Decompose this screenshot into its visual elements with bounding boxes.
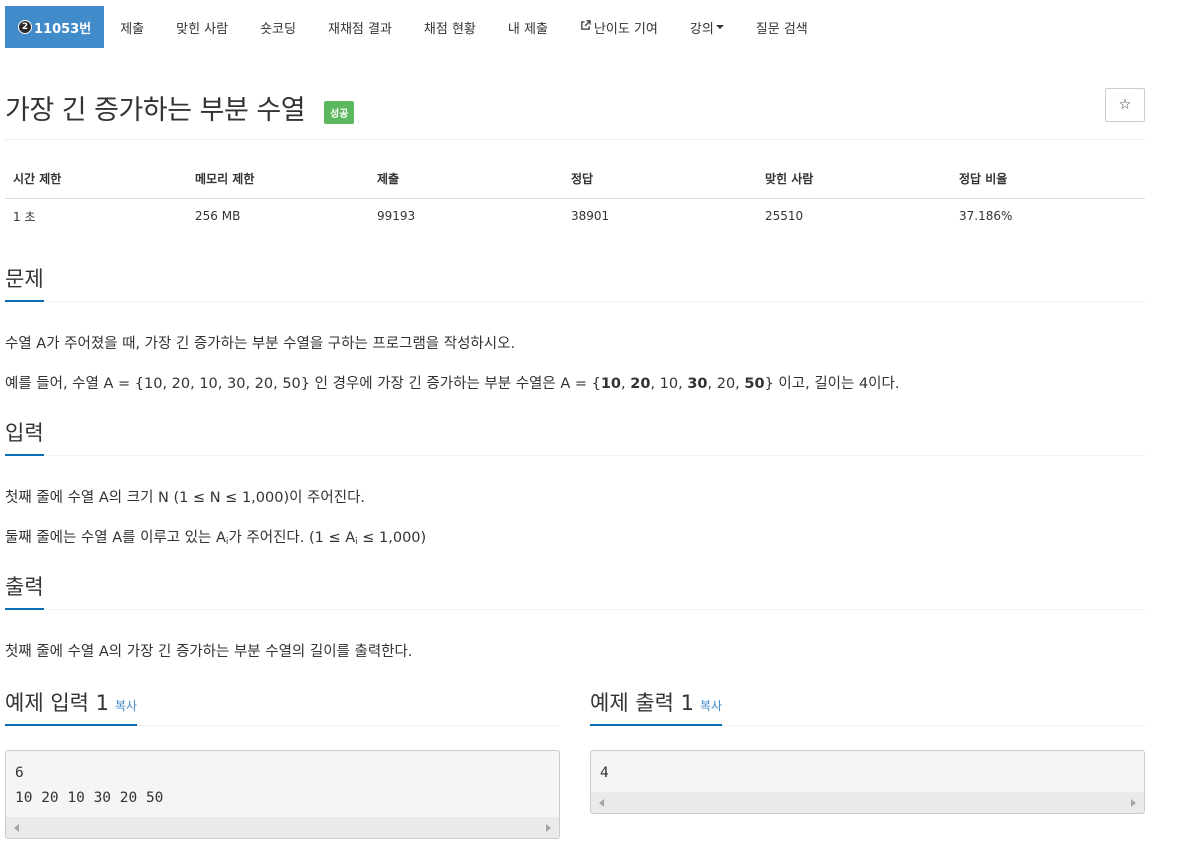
scroll-left-icon[interactable]: [14, 823, 19, 832]
favorite-button[interactable]: ☆: [1105, 88, 1145, 122]
star-icon: ☆: [1118, 97, 1132, 113]
text: 예를 들어, 수열 A = {10, 20, 10, 30, 20, 50} 인…: [5, 376, 601, 392]
status-badge: 성공: [324, 101, 355, 124]
text: , 10,: [650, 376, 688, 392]
nav-solvers[interactable]: 맞힌 사람: [160, 6, 244, 48]
tier-icon: 2: [18, 20, 32, 34]
text: 둘째 줄에는 수열 A를 이루고 있는 A: [5, 530, 226, 546]
sample-output-title: 예제 출력 1 복사: [590, 690, 723, 726]
problem-description-2: 예를 들어, 수열 A = {10, 20, 10, 30, 20, 50} 인…: [5, 372, 899, 393]
bold-value: 30: [687, 376, 708, 392]
bold-value: 50: [744, 376, 765, 392]
value-time-limit: 1 초: [13, 209, 36, 224]
lectures-label: 강의: [689, 21, 714, 37]
problem-title: 가장 긴 증가하는 부분 수열: [5, 95, 306, 126]
sample-output-header: 예제 출력 1 복사: [590, 690, 1145, 726]
problem-info-table: 시간 제한 메모리 제한 제출 정답 맞힌 사람 정답 비율 1 초 256 M…: [5, 160, 1145, 234]
nav-short-coding[interactable]: 숏코딩: [244, 6, 312, 48]
difficulty-contribution-label: 난이도 기여: [593, 21, 658, 37]
header-submissions: 제출: [369, 160, 563, 199]
info-header-row: 시간 제한 메모리 제한 제출 정답 맞힌 사람 정답 비율: [5, 160, 1145, 199]
nav-lectures-dropdown[interactable]: 강의: [674, 6, 740, 48]
copy-input-button[interactable]: 복사: [115, 699, 137, 713]
scroll-right-icon[interactable]: [1131, 798, 1136, 807]
nav-problem-number[interactable]: 2 11053번: [5, 6, 105, 48]
sample-output-box: 4: [590, 750, 1145, 814]
text: ≤ 1,000): [357, 530, 427, 546]
sample-output-scrollbar[interactable]: [591, 792, 1144, 813]
header-memory-limit: 메모리 제한: [187, 160, 369, 199]
sample-output-title-text: 예제 출력 1: [590, 691, 694, 715]
info-value-row: 1 초 256 MB 99193 38901 25510 37.186%: [5, 198, 1145, 234]
nav-my-submissions[interactable]: 내 제출: [492, 6, 564, 48]
caret-down-icon: [715, 25, 724, 29]
scroll-left-icon[interactable]: [599, 798, 604, 807]
text: 가 주어진다. (1 ≤ A: [228, 530, 356, 546]
input-description-1: 첫째 줄에 수열 A의 크기 N (1 ≤ N ≤ 1,000)이 주어진다.: [5, 490, 366, 506]
value-submissions: 99193: [377, 209, 416, 224]
scroll-right-icon[interactable]: [546, 823, 551, 832]
problem-description-1: 수열 A가 주어졌을 때, 가장 긴 증가하는 부분 수열을 구하는 프로그램을…: [5, 336, 516, 352]
sample-input-title: 예제 입력 1 복사: [5, 690, 138, 726]
header-solvers: 맞힌 사람: [757, 160, 951, 199]
output-section-title: 출력: [5, 574, 44, 610]
sample-input-content: 6 10 20 10 30 20 50: [15, 765, 164, 806]
sample-input-scrollbar[interactable]: [6, 817, 559, 838]
copy-output-button[interactable]: 복사: [700, 699, 722, 713]
header-accept-ratio: 정답 비율: [951, 160, 1145, 199]
value-memory-limit: 256 MB: [195, 209, 241, 224]
sample-input-header: 예제 입력 1 복사: [5, 690, 560, 726]
problem-section-title: 문제: [5, 266, 44, 302]
text: ,: [621, 376, 631, 392]
bold-value: 20: [630, 376, 651, 392]
nav-difficulty-contribution[interactable]: 난이도 기여: [564, 6, 674, 48]
nav-status[interactable]: 채점 현황: [408, 6, 492, 48]
problem-section-header: 문제: [5, 266, 1145, 302]
sample-output-content: 4: [600, 765, 609, 781]
problem-header: 가장 긴 증가하는 부분 수열 성공 ☆: [5, 88, 1145, 140]
nav-question-search[interactable]: 질문 검색: [740, 6, 824, 48]
input-section-header: 입력: [5, 420, 1145, 456]
external-link-icon: [580, 20, 591, 34]
value-accepted: 38901: [571, 209, 610, 224]
nav-rejudge-results[interactable]: 재채점 결과: [312, 6, 408, 48]
input-section-title: 입력: [5, 420, 44, 456]
output-section-header: 출력: [5, 574, 1145, 610]
problem-number-label: 11053번: [34, 21, 92, 37]
header-accepted: 정답: [563, 160, 757, 199]
value-solvers: 25510: [765, 209, 804, 224]
text: , 20,: [707, 376, 745, 392]
text: } 이고, 길이는 4이다.: [764, 376, 900, 392]
sample-input-title-text: 예제 입력 1: [5, 691, 109, 715]
nav-submit[interactable]: 제출: [104, 6, 160, 48]
problem-menu: 2 11053번 제출 맞힌 사람 숏코딩 재채점 결과 채점 현황 내 제출 …: [5, 6, 824, 48]
value-accept-ratio: 37.186%: [959, 209, 1013, 224]
sample-input-box: 6 10 20 10 30 20 50: [5, 750, 560, 839]
output-description: 첫째 줄에 수열 A의 가장 긴 증가하는 부분 수열의 길이를 출력한다.: [5, 644, 413, 660]
bold-value: 10: [600, 376, 622, 392]
header-time-limit: 시간 제한: [5, 160, 187, 199]
input-description-2: 둘째 줄에는 수열 A를 이루고 있는 Ai가 주어진다. (1 ≤ Ai ≤ …: [5, 526, 426, 547]
